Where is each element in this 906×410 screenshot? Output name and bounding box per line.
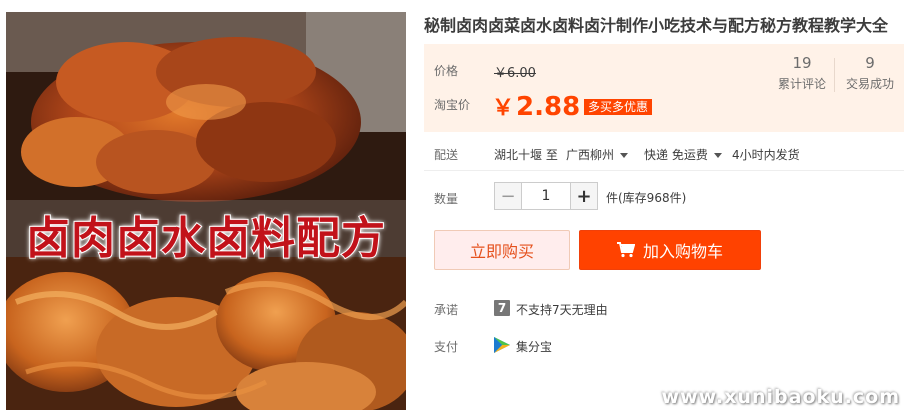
quantity-decrease-button[interactable]: − [494,182,522,210]
product-title: 秘制卤肉卤菜卤水卤料卤汁制作小吃技术与配方秘方教程教学大全 [424,16,889,35]
dispatch-time: 4小时内发货 [732,148,800,162]
jifenbao-icon [494,337,510,353]
chevron-down-icon [620,153,629,158]
destination-value: 广西柳州 [566,148,615,162]
taobao-price-label: 淘宝价 [434,98,471,112]
price-label: 价格 [434,64,459,78]
price-panel: 价格 ￥6.00 淘宝价 ￥2.88 多买多优惠 19 累计评论 9 交易成功 [424,44,904,132]
product-image[interactable]: 卤肉卤水卤料配方 [6,12,406,410]
original-price: ￥6.00 [494,66,536,81]
site-watermark: www.xunibaoku.com [661,386,900,408]
quantity-label: 数量 [434,192,459,206]
currency-symbol: ￥ [492,96,515,121]
buy-now-label: 立即购买 [469,242,534,261]
shipping-method-value: 快递 免运费 [644,148,708,162]
chevron-down-icon [713,153,722,158]
stock-info: 件(库存968件) [606,191,687,205]
image-caption: 卤肉卤水卤料配方 [25,212,386,265]
add-to-cart-label: 加入购物车 [642,242,723,261]
quantity-input[interactable]: 1 [522,182,570,210]
buy-now-button[interactable]: 立即购买 [434,230,570,270]
shipping-label: 配送 [434,148,459,162]
transactions-stat[interactable]: 9 交易成功 [842,54,898,92]
transactions-count: 9 [865,54,875,72]
review-count-label: 累计评论 [777,77,826,91]
promise-label: 承诺 [434,303,459,317]
shopping-cart-icon [616,242,635,258]
add-to-cart-button[interactable]: 加入购物车 [579,230,761,270]
seven-day-return-icon: 7 [494,300,510,316]
quantity-stepper: − 1 + [494,182,598,210]
transactions-label: 交易成功 [845,77,894,91]
shipping-origin: 湖北十堰 至 [494,148,558,162]
payment-label: 支付 [434,340,459,354]
review-count-stat[interactable]: 19 累计评论 [776,54,828,92]
stat-divider [834,58,835,92]
taobao-price: ￥2.88 [492,90,580,122]
shipping-method-select[interactable]: 快递 免运费 [644,146,722,163]
return-policy-text: 不支持7天无理由 [516,303,608,317]
price-value: 2.88 [516,92,581,122]
quantity-increase-button[interactable]: + [570,182,598,210]
destination-select[interactable]: 广西柳州 [566,146,629,163]
payment-method: 集分宝 [516,340,553,354]
review-count: 19 [792,54,812,72]
divider [424,170,904,171]
promo-tag[interactable]: 多买多优惠 [584,99,653,115]
